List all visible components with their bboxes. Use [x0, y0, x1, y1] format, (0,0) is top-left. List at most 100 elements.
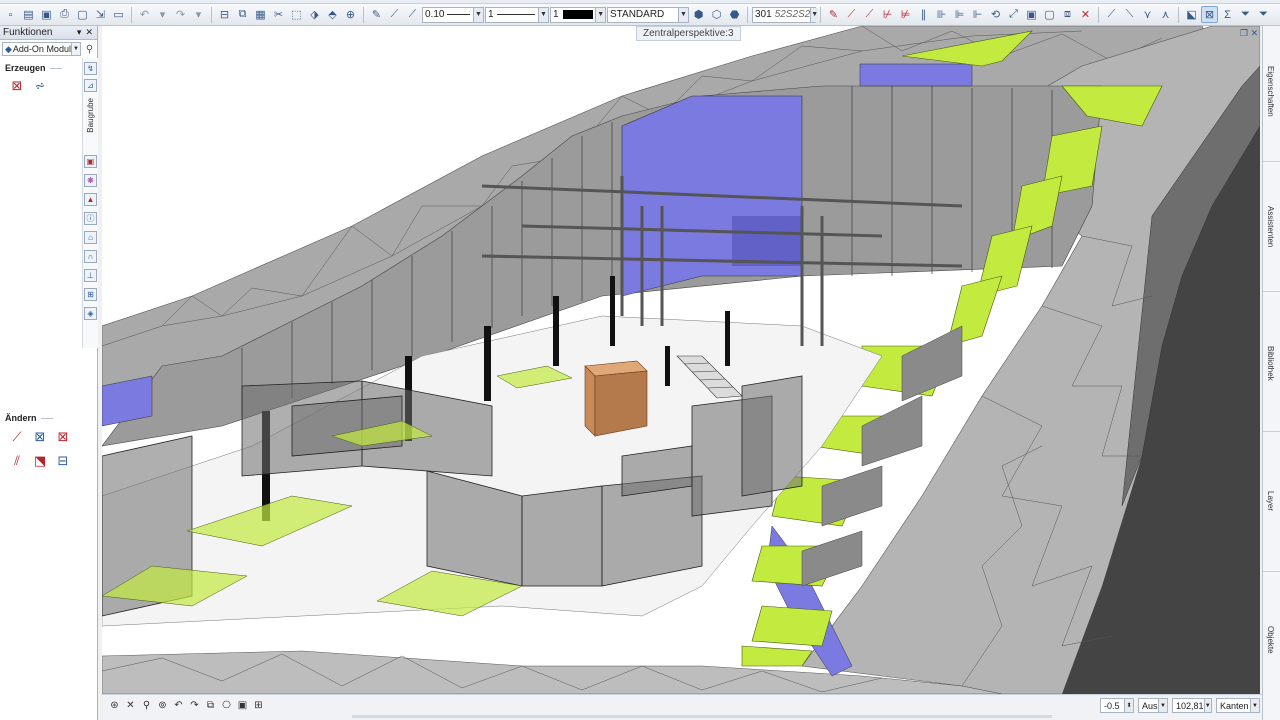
mirror-icon[interactable]: ⬗ — [306, 6, 323, 23]
new-icon[interactable]: ▫ — [2, 6, 19, 23]
pin-icon[interactable]: ▾ — [77, 27, 82, 38]
undo-dropdown-icon[interactable]: ▾ — [154, 6, 171, 23]
section-icon[interactable]: ⊞ — [84, 288, 97, 301]
open-icon[interactable]: ▤ — [20, 6, 37, 23]
preview-icon[interactable]: ▢ — [74, 6, 91, 23]
offset-icon[interactable]: ⊪ — [933, 6, 950, 23]
arch-icon[interactable]: ∩ — [84, 250, 97, 263]
ungroup-icon[interactable]: ▢ — [1041, 6, 1058, 23]
module-select[interactable]: ◆ Add-On Modul ▼ — [2, 42, 81, 56]
view-title-tab[interactable]: Zentralperspektive:3 — [636, 26, 741, 41]
orbit-icon[interactable]: ⊚ — [156, 699, 169, 712]
terrain-icon[interactable]: ⊿ — [84, 79, 97, 92]
tab-assistants[interactable]: Assistenten — [1266, 206, 1275, 247]
mode-select[interactable]: Aus ▼ — [1138, 698, 1168, 713]
export-icon[interactable]: ⇲ — [92, 6, 109, 23]
format-style-select[interactable]: STANDARD ▼ — [607, 6, 689, 23]
delete-icon[interactable]: ✕ — [1077, 6, 1094, 23]
grid-icon[interactable]: ⊞ — [252, 699, 265, 712]
array-icon[interactable]: ⧈ — [1059, 6, 1076, 23]
view-save-icon[interactable]: ⧉ — [204, 699, 217, 712]
close-icon[interactable]: ✕ — [1251, 28, 1259, 38]
create-excavation-icon[interactable]: ⊠ — [8, 77, 26, 95]
undo-icon[interactable]: ↶ — [136, 6, 153, 23]
zoom-field[interactable]: 102,81 ▼ — [1172, 698, 1212, 713]
zoom-window-icon[interactable]: ⚲ — [140, 699, 153, 712]
scale-icon[interactable]: ⤢ — [1005, 6, 1022, 23]
camera-icon[interactable]: ⎔ — [220, 699, 233, 712]
close-icon[interactable]: ✕ — [85, 27, 93, 38]
building-icon[interactable]: ⌂ — [84, 231, 97, 244]
cut-icon[interactable]: ✂ — [270, 6, 287, 23]
group-icon[interactable]: ▣ — [1023, 6, 1040, 23]
trim-icon[interactable]: ⊬ — [879, 6, 896, 23]
info-icon[interactable]: ⓘ — [84, 212, 97, 225]
level-icon[interactable]: ⊥ — [84, 269, 97, 282]
snap-icon[interactable]: ⟋ — [1103, 6, 1120, 23]
divide-icon[interactable]: ⊭ — [897, 6, 914, 23]
modify-section-icon[interactable]: ⊟ — [54, 452, 72, 470]
funnel-settings-icon[interactable]: ⏷ — [1255, 6, 1272, 23]
zoom-all-icon[interactable]: ✕ — [124, 699, 137, 712]
save-icon[interactable]: ▣ — [38, 6, 55, 23]
zoom-icon[interactable]: ⊕ — [342, 6, 359, 23]
transform-icon[interactable]: ⬚ — [288, 6, 305, 23]
paste-icon[interactable]: ▦ — [252, 6, 269, 23]
layer-visibility-icon[interactable]: ⬡ — [708, 6, 725, 23]
angle-field[interactable]: -0.5 ⬍ — [1100, 698, 1134, 713]
select-mode-icon[interactable]: ⬕ — [1183, 6, 1200, 23]
filter-icon[interactable]: ⋎ — [1139, 6, 1156, 23]
display-mode-select[interactable]: Kanten ▼ — [1216, 698, 1260, 713]
previous-view-icon[interactable]: ↶ — [172, 699, 185, 712]
tab-library[interactable]: Bibliothek — [1266, 346, 1275, 381]
modify-line-icon[interactable]: ⟋ — [8, 428, 26, 446]
line-type-select[interactable]: 1 ▼ — [485, 6, 549, 23]
next-view-icon[interactable]: ↷ — [188, 699, 201, 712]
modify-edge-icon[interactable]: ⬔ — [31, 452, 49, 470]
layer-3d-icon[interactable]: ⬢ — [690, 6, 707, 23]
rotate-icon[interactable]: ⟲ — [987, 6, 1004, 23]
erase-line-icon[interactable]: ⟋ — [843, 6, 860, 23]
baugrube-tab[interactable]: Baugrube — [86, 98, 95, 133]
distribute-icon[interactable]: ⊩ — [969, 6, 986, 23]
layer-lock-icon[interactable]: ⬣ — [726, 6, 743, 23]
parallel-icon[interactable]: ∥ — [915, 6, 932, 23]
modify-point-icon[interactable]: ⊠ — [54, 428, 72, 446]
horizontal-scrollbar[interactable] — [352, 715, 1052, 718]
search-icon[interactable]: ⚲ — [83, 42, 96, 56]
3d-model-canvas[interactable] — [102, 26, 1260, 694]
filter-type-icon[interactable]: ⋏ — [1157, 6, 1174, 23]
format-brush-icon[interactable]: ✎ — [368, 6, 385, 23]
3d-viewport[interactable] — [102, 26, 1260, 694]
warning-icon[interactable]: ▲ — [84, 193, 97, 206]
modify-slope-icon[interactable]: ⫽ — [8, 452, 26, 470]
line-color-select[interactable]: 1 ▼ — [550, 6, 606, 23]
redo-dropdown-icon[interactable]: ▾ — [190, 6, 207, 23]
diamond-icon[interactable]: ◈ — [84, 307, 97, 320]
sum-icon[interactable]: Σ — [1219, 6, 1236, 23]
select-active-icon[interactable]: ⊠ — [1201, 6, 1218, 23]
view-controls[interactable]: ❐ ✕ — [1240, 28, 1258, 39]
layer-select[interactable]: 301 52S2S2 ▼ — [752, 6, 819, 23]
tab-layer[interactable]: Layer — [1266, 491, 1275, 511]
stretch-icon[interactable]: ⬘ — [324, 6, 341, 23]
measure-icon[interactable]: ⊟ — [216, 6, 233, 23]
align-icon[interactable]: ⊫ — [951, 6, 968, 23]
pick-format-icon[interactable]: ⟋ — [386, 6, 403, 23]
track-icon[interactable]: ⟍ — [1121, 6, 1138, 23]
funnel-icon[interactable]: ⏷ — [1237, 6, 1254, 23]
copy-icon[interactable]: ⧉ — [234, 6, 251, 23]
mesh-icon[interactable]: ❋ — [84, 174, 97, 187]
modify-icon[interactable]: ⟋ — [861, 6, 878, 23]
pencil-icon[interactable]: ✎ — [825, 6, 842, 23]
tab-properties[interactable]: Eigenschaften — [1266, 66, 1275, 117]
render-icon[interactable]: ▣ — [236, 699, 249, 712]
window-icon[interactable]: ▭ — [110, 6, 127, 23]
pen-thickness-select[interactable]: 0.10 ▼ — [422, 6, 484, 23]
baugrube-tab-icon[interactable]: ↯ — [84, 62, 97, 75]
print-icon[interactable]: ⎙ — [56, 6, 73, 23]
tab-objects[interactable]: Objekte — [1266, 626, 1275, 654]
redo-icon[interactable]: ↷ — [172, 6, 189, 23]
stamp-icon[interactable]: ▣ — [84, 155, 97, 168]
modify-area-icon[interactable]: ⊠ — [31, 428, 49, 446]
